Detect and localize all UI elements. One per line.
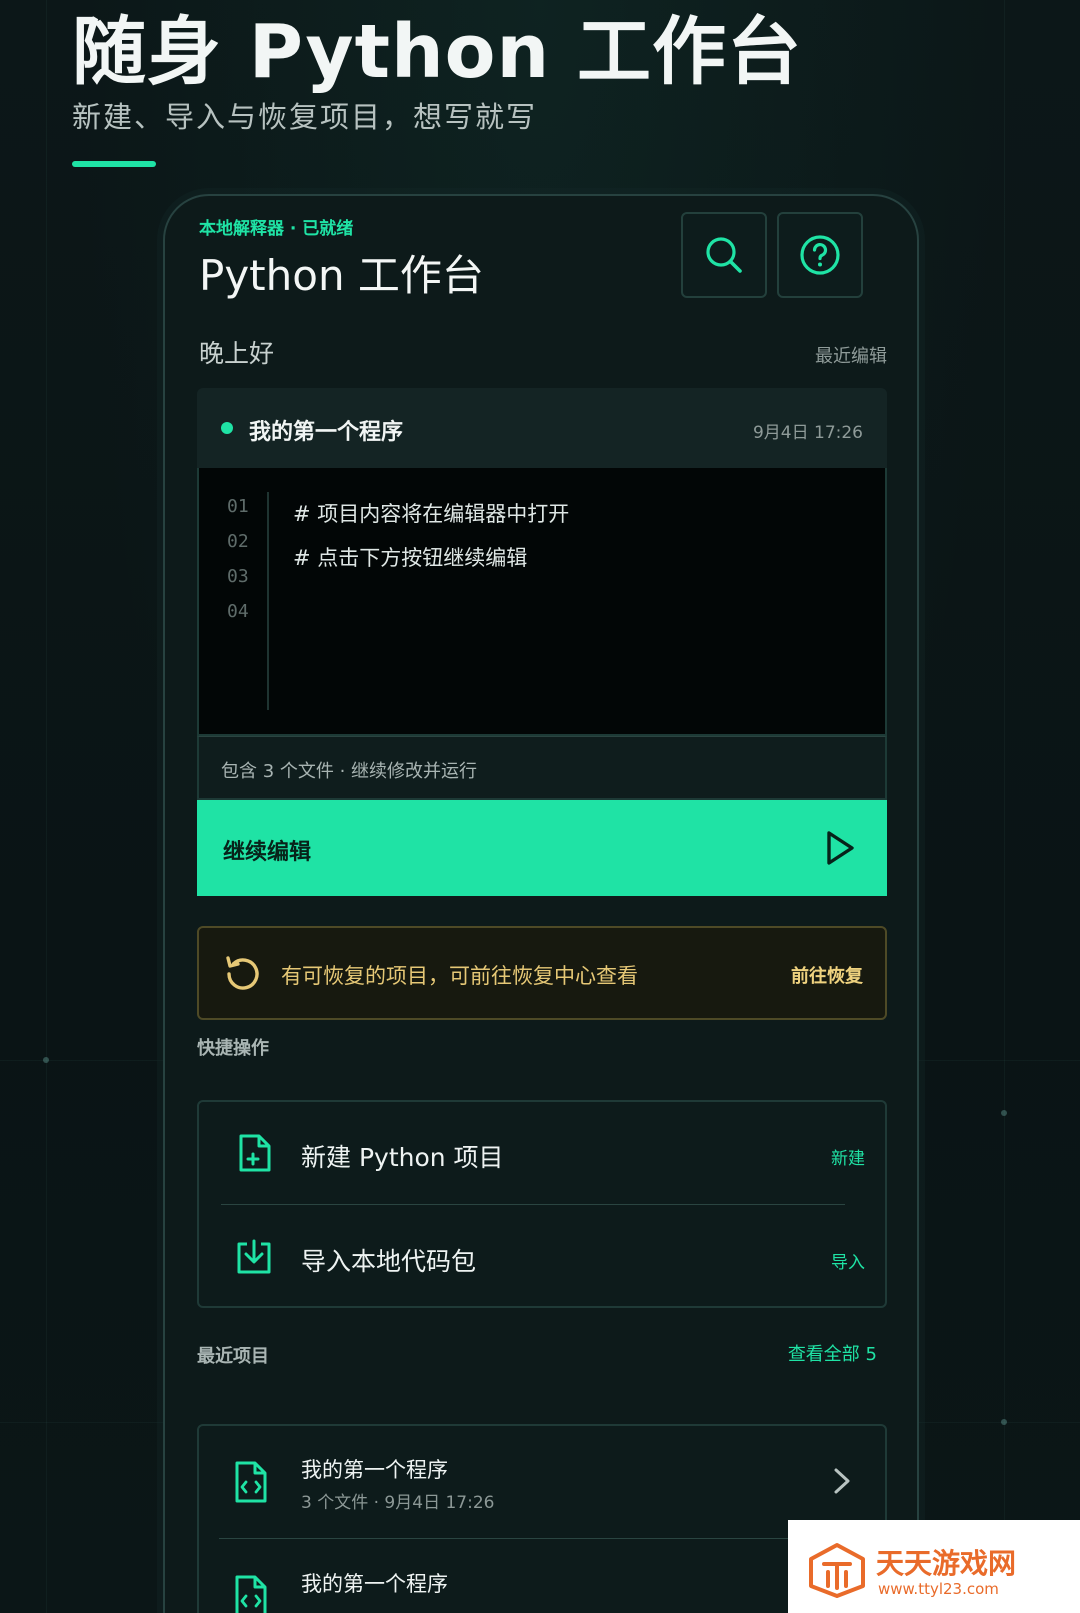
background-sparkle bbox=[43, 1057, 49, 1063]
recent-edit-label: 最近编辑 bbox=[815, 346, 887, 367]
code-line: # 项目内容将在编辑器中打开 bbox=[293, 502, 570, 526]
divider bbox=[219, 1538, 869, 1539]
divider bbox=[221, 1204, 845, 1205]
new-project-tag: 新建 bbox=[831, 1149, 865, 1169]
project-meta-text: 包含 3 个文件 · 继续修改并运行 bbox=[221, 761, 478, 782]
watermark-url: www.ttyl23.com bbox=[878, 1580, 999, 1598]
watermark-logo-icon bbox=[809, 1543, 865, 1598]
import-package-tag: 导入 bbox=[831, 1253, 865, 1273]
import-package-action[interactable]: 导入本地代码包 导入 bbox=[199, 1206, 889, 1310]
code-preview: 01 02 03 04 # 项目内容将在编辑器中打开 # 点击下方按钮继续编辑 bbox=[197, 468, 887, 736]
new-project-action[interactable]: 新建 Python 项目 新建 bbox=[199, 1102, 889, 1206]
hero-subtitle: 新建、导入与恢复项目，想写就写 bbox=[72, 100, 538, 134]
active-dot bbox=[221, 422, 233, 434]
download-tray-icon bbox=[237, 1239, 271, 1274]
help-button[interactable] bbox=[777, 212, 863, 298]
recent-project-item[interactable]: 我的第一个程序 3 个文件 · 9月4日 17:26 bbox=[199, 1426, 889, 1539]
code-file-icon bbox=[235, 1575, 267, 1613]
project-card-header[interactable]: 我的第一个程序 9月4日 17:26 bbox=[197, 388, 887, 468]
line-number: 03 bbox=[227, 566, 249, 587]
restore-banner[interactable]: 有可恢复的项目，可前往恢复中心查看 前往恢复 bbox=[197, 926, 887, 1020]
interpreter-status: 本地解释器 · 已就绪 bbox=[199, 219, 354, 239]
recent-project-meta: 3 个文件 · 9月4日 17:26 bbox=[301, 1493, 495, 1513]
recent-project-name: 我的第一个程序 bbox=[301, 1458, 448, 1482]
greeting-text: 晚上好 bbox=[199, 339, 275, 368]
search-button[interactable] bbox=[681, 212, 767, 298]
background-grid-line bbox=[46, 0, 47, 1613]
hero-accent-bar bbox=[72, 161, 156, 167]
app-title: Python 工作台 bbox=[199, 251, 484, 300]
line-number: 04 bbox=[227, 601, 249, 622]
line-number: 01 bbox=[227, 496, 249, 517]
recent-project-item[interactable]: 我的第一个程序 bbox=[199, 1540, 889, 1613]
search-icon bbox=[706, 237, 742, 273]
restore-message: 有可恢复的项目，可前往恢复中心查看 bbox=[281, 964, 638, 988]
play-icon bbox=[827, 831, 854, 865]
restore-icon bbox=[226, 956, 259, 990]
new-project-title: 新建 Python 项目 bbox=[301, 1143, 504, 1172]
view-all-link[interactable]: 查看全部 5 bbox=[788, 1340, 877, 1366]
screen: 随身 Python 工作台 新建、导入与恢复项目，想写就写 本地解释器 · 已就… bbox=[0, 0, 1080, 1613]
continue-edit-label: 继续编辑 bbox=[223, 840, 312, 865]
help-circle-icon bbox=[800, 235, 840, 275]
continue-edit-button[interactable]: 继续编辑 bbox=[197, 800, 887, 896]
quick-actions-panel: 新建 Python 项目 新建 导入本地代码包 导入 bbox=[197, 1100, 887, 1308]
recent-projects-label: 最近项目 bbox=[197, 1346, 269, 1367]
go-restore-link[interactable]: 前往恢复 bbox=[791, 962, 863, 988]
chevron-right-icon bbox=[834, 1468, 850, 1494]
quick-actions-label: 快捷操作 bbox=[197, 1038, 269, 1059]
code-line: # 点击下方按钮继续编辑 bbox=[293, 546, 528, 570]
project-meta: 包含 3 个文件 · 继续修改并运行 bbox=[197, 736, 887, 800]
recent-projects-list: 我的第一个程序 3 个文件 · 9月4日 17:26 我的第一个程序 bbox=[197, 1424, 887, 1613]
line-number: 02 bbox=[227, 531, 249, 552]
code-gutter-line bbox=[267, 492, 269, 710]
background-sparkle bbox=[1001, 1419, 1007, 1425]
import-package-title: 导入本地代码包 bbox=[301, 1247, 477, 1276]
watermark-name: 天天游戏网 bbox=[876, 1547, 1017, 1580]
background-grid-line bbox=[1004, 0, 1005, 1613]
phone-frame: 本地解释器 · 已就绪 Python 工作台 晚上好 最近编辑 我的第一个程序 … bbox=[163, 194, 919, 1613]
code-file-icon bbox=[235, 1461, 267, 1503]
recent-project-name: 我的第一个程序 bbox=[301, 1572, 448, 1596]
current-project-card: 我的第一个程序 9月4日 17:26 01 02 03 04 # 项目内容将在编… bbox=[197, 388, 887, 900]
background-sparkle bbox=[1001, 1110, 1007, 1116]
file-plus-icon bbox=[239, 1134, 271, 1172]
hero-title: 随身 Python 工作台 bbox=[72, 9, 802, 95]
project-time: 9月4日 17:26 bbox=[752, 423, 863, 443]
project-name: 我的第一个程序 bbox=[249, 420, 404, 445]
site-watermark: 天天游戏网 www.ttyl23.com bbox=[788, 1520, 1080, 1613]
